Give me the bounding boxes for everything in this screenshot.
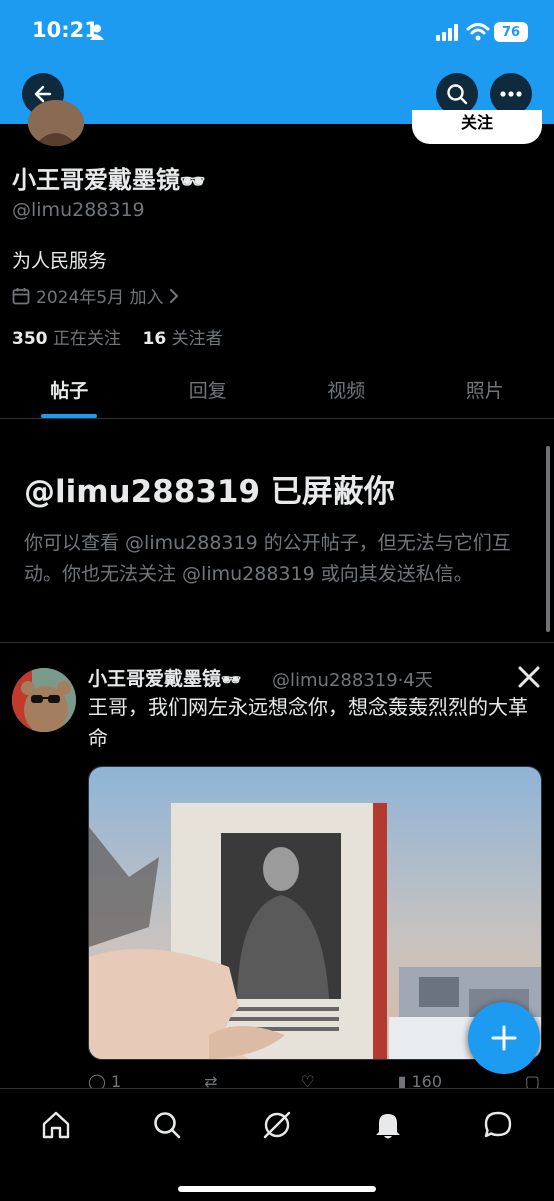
views-action[interactable]: ▮ 160: [398, 1072, 442, 1088]
tab-replies[interactable]: 回复: [139, 360, 278, 418]
following-label: 正在关注: [53, 329, 121, 349]
follow-button[interactable]: 关注: [412, 110, 542, 144]
like-action[interactable]: ♡: [300, 1072, 314, 1088]
follow-button-label: 关注: [461, 113, 493, 132]
reply-action[interactable]: ◯ 1: [88, 1072, 121, 1088]
chat-bubble-icon: [483, 1110, 513, 1140]
nav-messages[interactable]: [480, 1107, 516, 1143]
person-icon: [90, 24, 104, 40]
tab-posts-label: 帖子: [50, 376, 88, 403]
home-icon: [41, 1110, 71, 1140]
post-author-name-text: 小王哥爱戴墨镜: [88, 668, 221, 690]
blocked-description: 你可以查看 @limu288319 的公开帖子，但无法与它们互动。你也无法关注 …: [24, 528, 534, 590]
following-count: 350: [12, 329, 48, 349]
nav-notifications[interactable]: [370, 1107, 406, 1143]
join-date-text: 2024年5月 加入: [36, 283, 163, 308]
grok-icon: [262, 1110, 292, 1140]
sunglasses-emoji: 🕶: [180, 169, 205, 193]
active-tab-indicator: [41, 414, 97, 418]
search-icon: [446, 83, 468, 105]
bear-sunglasses-avatar-image: [12, 668, 76, 732]
post-meta: @limu288319·4天: [272, 666, 433, 692]
followers-label: 关注者: [172, 329, 223, 349]
compose-button[interactable]: [468, 1002, 540, 1074]
battery-indicator: 76: [494, 22, 528, 42]
repost-action[interactable]: ⇄: [204, 1072, 217, 1088]
divider: [0, 642, 554, 643]
home-indicator: [178, 1186, 376, 1192]
scrollbar[interactable]: [546, 446, 550, 632]
bottom-navigation: [0, 1088, 554, 1201]
signal-icon: [436, 24, 460, 41]
profile-name: 小王哥爱戴墨镜🕶: [12, 160, 205, 195]
book-photo-image: [89, 767, 541, 1059]
profile-handle: @limu288319: [12, 199, 145, 221]
x-logo-icon[interactable]: [518, 666, 540, 688]
blocked-title: @limu288319 已屏蔽你: [24, 466, 395, 511]
tab-replies-label: 回复: [189, 376, 227, 403]
search-icon: [152, 1110, 182, 1140]
views-count: 160: [411, 1072, 442, 1088]
profile-name-text: 小王哥爱戴墨镜: [12, 166, 180, 194]
share-action[interactable]: ▢: [525, 1072, 540, 1088]
bear-avatar-image: [28, 100, 84, 146]
nav-grok[interactable]: [259, 1107, 295, 1143]
bell-icon: [373, 1110, 403, 1140]
more-dots-icon: [500, 91, 522, 97]
status-time: 10:21: [32, 18, 99, 42]
profile-tabs: 帖子 回复 视频 照片: [0, 360, 554, 419]
reply-count: 1: [111, 1072, 121, 1088]
post-time: 4天: [403, 670, 432, 691]
sunglasses-emoji: 🕶: [221, 670, 241, 689]
tab-videos[interactable]: 视频: [277, 360, 416, 418]
calendar-icon: [12, 287, 30, 305]
post-handle: @limu288319: [272, 670, 398, 691]
wifi-icon: [466, 22, 490, 41]
followers-link[interactable]: 16 关注者: [143, 329, 223, 349]
followers-count: 16: [143, 329, 167, 349]
more-options-button[interactable]: [490, 73, 532, 115]
post-author-name[interactable]: 小王哥爱戴墨镜🕶: [88, 664, 241, 691]
profile-bio: 为人民服务: [12, 246, 107, 273]
following-link[interactable]: 350 正在关注: [12, 329, 121, 349]
post-actions: ◯ 1 ⇄ ♡ ▮ 160 ▢: [88, 1072, 540, 1088]
join-date[interactable]: 2024年5月 加入: [12, 283, 179, 308]
search-button[interactable]: [436, 73, 478, 115]
tab-videos-label: 视频: [327, 376, 365, 403]
tab-posts[interactable]: 帖子: [0, 360, 139, 418]
tab-photos[interactable]: 照片: [416, 360, 554, 418]
profile-avatar[interactable]: [28, 100, 84, 146]
nav-home[interactable]: [38, 1107, 74, 1143]
post-text: 王哥，我们网左永远想念你，想念轰轰烈烈的大革命: [88, 692, 538, 754]
tab-photos-label: 照片: [466, 376, 504, 403]
plus-icon: [491, 1025, 517, 1051]
chevron-right-icon: [169, 289, 179, 303]
follow-counts: 350 正在关注 16 关注者: [12, 324, 223, 349]
post-author-avatar[interactable]: [12, 668, 76, 732]
nav-search[interactable]: [149, 1107, 185, 1143]
